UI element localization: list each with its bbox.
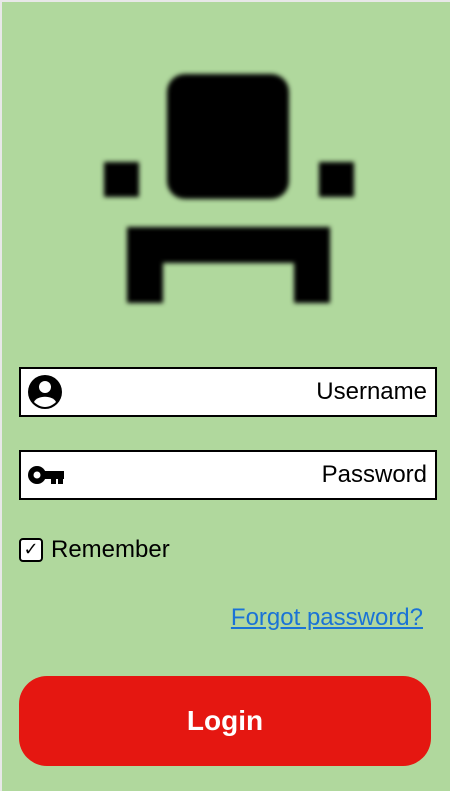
username-input[interactable] (71, 369, 427, 415)
remember-label: Remember (51, 536, 170, 563)
remember-checkbox[interactable]: ✓ (19, 538, 43, 562)
password-field[interactable] (19, 450, 437, 500)
checkmark-icon: ✓ (23, 539, 39, 560)
remember-row[interactable]: ✓ Remember (19, 536, 170, 564)
armchair-icon (104, 74, 354, 303)
key-icon (28, 466, 64, 484)
login-button[interactable]: Login (19, 676, 431, 766)
forgot-password-link[interactable]: Forgot password? (231, 604, 423, 632)
password-input[interactable] (71, 452, 427, 498)
login-screen: ✓ Remember Forgot password? Login (0, 0, 450, 791)
username-field[interactable] (19, 367, 437, 417)
account-circle-icon (28, 375, 62, 409)
